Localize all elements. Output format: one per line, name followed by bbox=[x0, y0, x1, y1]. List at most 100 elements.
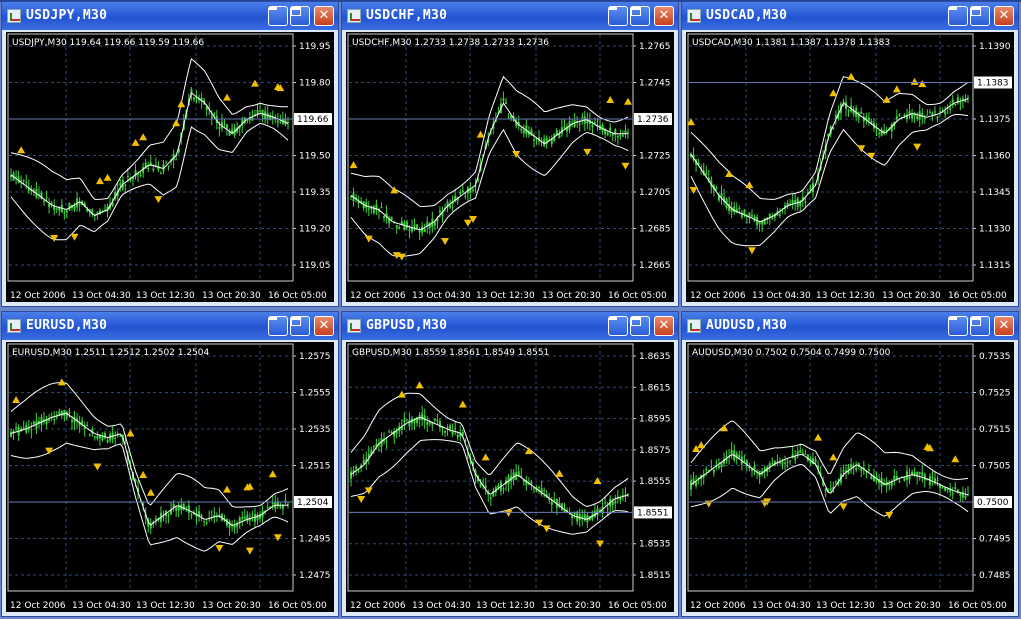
window-titlebar[interactable]: AUDUSD,M30 ✕ bbox=[682, 312, 1018, 340]
candle-body bbox=[619, 497, 622, 501]
y-tick-label: 0.7535 bbox=[979, 352, 1011, 362]
fractal-marker bbox=[349, 161, 358, 169]
minimize-button[interactable] bbox=[268, 6, 288, 26]
candle-body bbox=[715, 187, 718, 190]
maximize-icon bbox=[631, 317, 641, 326]
fractal-marker bbox=[139, 133, 148, 141]
close-icon: ✕ bbox=[658, 318, 670, 333]
candle-body bbox=[804, 453, 807, 455]
window-titlebar[interactable]: USDCHF,M30 ✕ bbox=[342, 2, 678, 30]
candle-body bbox=[444, 430, 447, 433]
maximize-button[interactable] bbox=[290, 316, 310, 336]
chart-info-label: USDCHF,M30 1.2733 1.2738 1.2733 1.2736 bbox=[352, 38, 549, 48]
fractal-marker bbox=[273, 534, 282, 542]
minimize-button[interactable] bbox=[948, 6, 968, 26]
candle-body bbox=[78, 203, 81, 205]
current-price-label: 1.2736 bbox=[637, 115, 669, 125]
x-tick-label: 13 Oct 20:30 bbox=[542, 291, 601, 301]
candle-body bbox=[43, 200, 46, 202]
price-chart[interactable]: GBPUSD,M30 1.8559 1.8561 1.8549 1.8551 1.… bbox=[346, 342, 674, 612]
fractal-marker bbox=[215, 544, 224, 552]
fractal-marker bbox=[458, 400, 467, 408]
minimize-button[interactable] bbox=[608, 6, 628, 26]
fractal-marker bbox=[154, 196, 163, 204]
candle-body bbox=[604, 502, 607, 504]
candle-body bbox=[187, 505, 190, 514]
y-tick-label: 1.8635 bbox=[639, 352, 671, 362]
price-chart[interactable]: AUDUSD,M30 0.7502 0.7504 0.7499 0.7500 0.… bbox=[686, 342, 1014, 612]
window-titlebar[interactable]: USDJPY,M30 ✕ bbox=[2, 2, 338, 30]
minimize-button[interactable] bbox=[268, 316, 288, 336]
chart-app-icon[interactable] bbox=[347, 9, 361, 23]
chart-window-usdjpy[interactable]: USDJPY,M30 ✕ USDJPY,M30 119.64 119.66 11… bbox=[1, 1, 339, 307]
candle-body bbox=[712, 469, 715, 473]
x-tick-label: 13 Oct 12:30 bbox=[476, 601, 535, 611]
chart-canvas: AUDUSD,M30 0.7502 0.7504 0.7499 0.7500 0.… bbox=[687, 343, 1012, 611]
maximize-button[interactable] bbox=[290, 6, 310, 26]
candle-body bbox=[961, 491, 964, 498]
candle-body bbox=[390, 216, 393, 220]
chart-window-usdchf[interactable]: USDCHF,M30 ✕ USDCHF,M30 1.2733 1.2738 1.… bbox=[341, 1, 679, 307]
candle-body bbox=[200, 514, 203, 516]
candle-body bbox=[954, 103, 957, 105]
window-titlebar[interactable]: USDCAD,M30 ✕ bbox=[682, 2, 1018, 30]
current-price-label: 1.2504 bbox=[297, 498, 329, 508]
candle-body bbox=[888, 483, 891, 486]
x-tick-label: 16 Oct 05:00 bbox=[948, 291, 1007, 301]
candle-body bbox=[185, 506, 188, 508]
chart-app-icon[interactable] bbox=[7, 9, 21, 23]
close-icon: ✕ bbox=[318, 318, 330, 333]
candle-body bbox=[778, 214, 781, 216]
candle-body bbox=[768, 214, 771, 217]
candle-body bbox=[717, 466, 720, 468]
fractal-marker bbox=[910, 77, 919, 85]
chart-window-audusd[interactable]: AUDUSD,M30 ✕ AUDUSD,M30 0.7502 0.7504 0.… bbox=[681, 311, 1019, 617]
close-button[interactable]: ✕ bbox=[994, 316, 1014, 336]
minimize-button[interactable] bbox=[608, 316, 628, 336]
candle-body bbox=[385, 441, 388, 443]
price-chart[interactable]: USDJPY,M30 119.64 119.66 119.59 119.66 11… bbox=[6, 32, 334, 302]
price-chart[interactable]: USDCHF,M30 1.2733 1.2738 1.2733 1.2736 1.… bbox=[346, 32, 674, 302]
window-titlebar[interactable]: GBPUSD,M30 ✕ bbox=[342, 312, 678, 340]
maximize-button[interactable] bbox=[970, 316, 990, 336]
price-chart[interactable]: USDCAD,M30 1.1381 1.1387 1.1378 1.1383 1.… bbox=[686, 32, 1014, 302]
y-tick-label: 119.80 bbox=[299, 79, 331, 89]
chart-app-icon[interactable] bbox=[687, 9, 701, 23]
candle-body bbox=[253, 513, 256, 522]
close-button[interactable]: ✕ bbox=[654, 316, 674, 336]
price-chart[interactable]: EURUSD,M30 1.2511 1.2512 1.2502 1.2504 1.… bbox=[6, 342, 334, 612]
candle-body bbox=[266, 113, 269, 120]
y-tick-label: 1.8515 bbox=[639, 571, 671, 581]
candle-body bbox=[449, 205, 452, 208]
chart-app-icon[interactable] bbox=[687, 319, 701, 333]
close-button[interactable]: ✕ bbox=[314, 6, 334, 26]
fractal-marker bbox=[829, 89, 838, 97]
candle-body bbox=[860, 111, 863, 114]
y-tick-label: 1.8575 bbox=[639, 446, 671, 456]
band-upper bbox=[350, 75, 629, 208]
chart-app-icon[interactable] bbox=[347, 319, 361, 333]
window-titlebar[interactable]: EURUSD,M30 ✕ bbox=[2, 312, 338, 340]
y-tick-label: 1.2555 bbox=[299, 389, 331, 399]
maximize-button[interactable] bbox=[630, 316, 650, 336]
maximize-icon bbox=[291, 7, 301, 16]
candle-body bbox=[954, 487, 957, 490]
chart-window-eurusd[interactable]: EURUSD,M30 ✕ EURUSD,M30 1.2511 1.2512 1.… bbox=[1, 311, 339, 617]
close-button[interactable]: ✕ bbox=[994, 6, 1014, 26]
close-icon: ✕ bbox=[318, 8, 330, 23]
close-button[interactable]: ✕ bbox=[314, 316, 334, 336]
maximize-button[interactable] bbox=[630, 6, 650, 26]
close-button[interactable]: ✕ bbox=[654, 6, 674, 26]
maximize-icon bbox=[631, 7, 641, 16]
candle-body bbox=[928, 111, 931, 113]
chart-window-usdcad[interactable]: USDCAD,M30 ✕ USDCAD,M30 1.1381 1.1387 1.… bbox=[681, 1, 1019, 307]
maximize-button[interactable] bbox=[970, 6, 990, 26]
candle-body bbox=[390, 431, 393, 434]
chart-app-icon[interactable] bbox=[7, 319, 21, 333]
chart-window-gbpusd[interactable]: GBPUSD,M30 ✕ GBPUSD,M30 1.8559 1.8561 1.… bbox=[341, 311, 679, 617]
candle-body bbox=[860, 468, 863, 471]
candle-body bbox=[951, 99, 954, 103]
minimize-button[interactable] bbox=[948, 316, 968, 336]
fractal-marker bbox=[951, 455, 960, 463]
fractal-marker bbox=[250, 79, 259, 87]
